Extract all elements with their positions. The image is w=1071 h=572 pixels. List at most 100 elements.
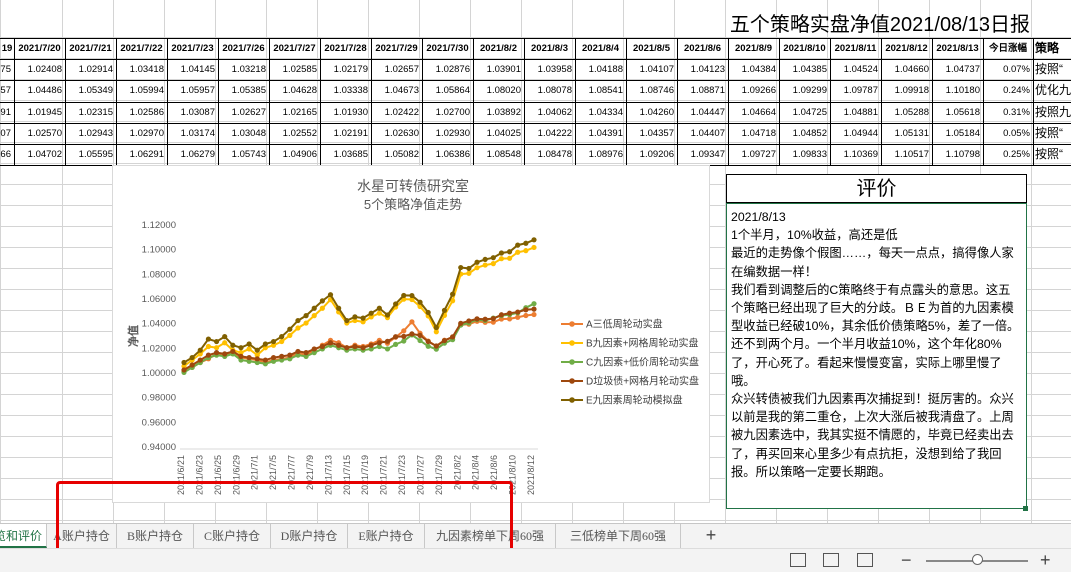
sheet-tab[interactable]: 九因素榜单下周60强 bbox=[425, 524, 556, 548]
change-cell[interactable]: 0.05% bbox=[983, 123, 1033, 144]
table-cell[interactable]: 1.09206 bbox=[626, 144, 677, 165]
table-cell[interactable]: 1.02315 bbox=[65, 102, 116, 123]
table-cell[interactable]: 1.04334 bbox=[575, 102, 626, 123]
table-cell[interactable]: 1.05131 bbox=[881, 123, 932, 144]
table-cell[interactable]: 1.06386 bbox=[422, 144, 473, 165]
change-cell[interactable]: 0.24% bbox=[983, 80, 1033, 101]
date-column-header[interactable]: 2021/8/2 bbox=[473, 38, 524, 59]
table-cell[interactable]: 1.04447 bbox=[677, 102, 728, 123]
table-cell[interactable]: 1.02585 bbox=[269, 59, 320, 80]
table-cell[interactable]: 1.04123 bbox=[677, 59, 728, 80]
sheet-tab[interactable]: E账户持仓 bbox=[348, 524, 425, 548]
table-cell[interactable]: 1.04384 bbox=[728, 59, 779, 80]
table-cell[interactable]: 1.02422 bbox=[371, 102, 422, 123]
table-cell[interactable]: 1.03087 bbox=[167, 102, 218, 123]
table-cell[interactable]: 1.05288 bbox=[881, 102, 932, 123]
date-column-header[interactable]: 2021/7/29 bbox=[371, 38, 422, 59]
table-cell[interactable]: 1.04357 bbox=[626, 123, 677, 144]
table-cell[interactable]: 1.08976 bbox=[575, 144, 626, 165]
table-cell[interactable]: 1.02552 bbox=[269, 123, 320, 144]
date-column-header[interactable]: 2021/8/4 bbox=[575, 38, 626, 59]
date-column-header[interactable]: 2021/7/27 bbox=[269, 38, 320, 59]
change-cell[interactable]: 0.25% bbox=[983, 144, 1033, 165]
date-column-header[interactable]: 2021/8/5 bbox=[626, 38, 677, 59]
table-cell[interactable]: 1.04107 bbox=[626, 59, 677, 80]
table-cell[interactable]: 1.01930 bbox=[320, 102, 371, 123]
sheet-tab[interactable]: 三低榜单下周60强 bbox=[556, 524, 681, 548]
strategy-cell[interactable]: 优化九 bbox=[1033, 80, 1071, 101]
table-cell[interactable]: 1.04391 bbox=[575, 123, 626, 144]
sheet-tab[interactable]: 览和评价 bbox=[0, 524, 47, 548]
table-cell[interactable]: 1.03338 bbox=[320, 80, 371, 101]
table-cell[interactable]: 1.06291 bbox=[116, 144, 167, 165]
table-cell[interactable]: 1.04628 bbox=[269, 80, 320, 101]
table-cell[interactable]: 1.05349 bbox=[65, 80, 116, 101]
table-cell[interactable]: 07 bbox=[0, 123, 14, 144]
table-cell[interactable]: 1.03048 bbox=[218, 123, 269, 144]
date-column-header[interactable]: 2021/8/3 bbox=[524, 38, 575, 59]
date-column-header[interactable]: 2021/7/28 bbox=[320, 38, 371, 59]
table-cell[interactable]: 1.04260 bbox=[626, 102, 677, 123]
spreadsheet-grid[interactable]: 五个策略实盘净值2021/08/13日报 19 2021/7/20 2021/7/2… bbox=[0, 0, 1071, 523]
table-cell[interactable]: 1.02943 bbox=[65, 123, 116, 144]
table-cell[interactable]: 1.04944 bbox=[830, 123, 881, 144]
table-cell[interactable]: 1.04906 bbox=[269, 144, 320, 165]
change-cell[interactable]: 0.07% bbox=[983, 59, 1033, 80]
table-cell[interactable]: 1.02191 bbox=[320, 123, 371, 144]
table-cell[interactable]: 1.04737 bbox=[932, 59, 983, 80]
sheet-tab[interactable]: D账户持仓 bbox=[271, 524, 348, 548]
table-cell[interactable]: 91 bbox=[0, 102, 14, 123]
table-cell[interactable]: 1.10517 bbox=[881, 144, 932, 165]
table-cell[interactable]: 66 bbox=[0, 144, 14, 165]
table-cell[interactable]: 1.10798 bbox=[932, 144, 983, 165]
table-cell[interactable]: 1.08746 bbox=[626, 80, 677, 101]
table-cell[interactable]: 1.08020 bbox=[473, 80, 524, 101]
zoom-out-button[interactable]: − bbox=[901, 550, 912, 570]
change-column-header[interactable]: 今日涨幅 bbox=[983, 38, 1033, 59]
table-cell[interactable]: 1.04702 bbox=[14, 144, 65, 165]
table-cell[interactable]: 1.04881 bbox=[830, 102, 881, 123]
zoom-in-button[interactable]: + bbox=[1040, 550, 1051, 570]
table-cell[interactable]: 1.05618 bbox=[932, 102, 983, 123]
table-cell[interactable]: 1.04486 bbox=[14, 80, 65, 101]
date-column-header[interactable]: 2021/7/30 bbox=[422, 38, 473, 59]
strategy-cell[interactable]: 按照九 bbox=[1033, 102, 1071, 123]
table-cell[interactable]: 1.08541 bbox=[575, 80, 626, 101]
table-cell[interactable]: 1.04145 bbox=[167, 59, 218, 80]
table-cell[interactable]: 1.02876 bbox=[422, 59, 473, 80]
table-cell[interactable]: 1.10369 bbox=[830, 144, 881, 165]
column-header[interactable]: 19 bbox=[0, 38, 14, 59]
table-cell[interactable]: 1.04725 bbox=[779, 102, 830, 123]
page-layout-view-icon[interactable] bbox=[823, 553, 839, 567]
date-column-header[interactable]: 2021/7/23 bbox=[167, 38, 218, 59]
table-cell[interactable]: 1.04718 bbox=[728, 123, 779, 144]
table-cell[interactable]: 1.02914 bbox=[65, 59, 116, 80]
table-cell[interactable]: 1.02657 bbox=[371, 59, 422, 80]
date-column-header[interactable]: 2021/8/10 bbox=[779, 38, 830, 59]
table-cell[interactable]: 1.04025 bbox=[473, 123, 524, 144]
table-cell[interactable]: 1.08478 bbox=[524, 144, 575, 165]
table-cell[interactable]: 1.10180 bbox=[932, 80, 983, 101]
table-cell[interactable]: 1.06279 bbox=[167, 144, 218, 165]
table-cell[interactable]: 1.03958 bbox=[524, 59, 575, 80]
table-cell[interactable]: 1.01945 bbox=[14, 102, 65, 123]
table-cell[interactable]: 1.02630 bbox=[371, 123, 422, 144]
date-column-header[interactable]: 2021/7/21 bbox=[65, 38, 116, 59]
date-column-header[interactable]: 2021/8/12 bbox=[881, 38, 932, 59]
strategy-column-header[interactable]: 策略 bbox=[1033, 38, 1071, 59]
table-cell[interactable]: 1.02408 bbox=[14, 59, 65, 80]
table-cell[interactable]: 1.02627 bbox=[218, 102, 269, 123]
table-cell[interactable]: 1.08548 bbox=[473, 144, 524, 165]
evaluation-cell[interactable]: 2021/8/13 1个半月，10%收益，高还是低 最近的走势像个假图……，每天一点… bbox=[726, 203, 1027, 509]
table-cell[interactable]: 1.02970 bbox=[116, 123, 167, 144]
sheet-tab[interactable]: C账户持仓 bbox=[194, 524, 271, 548]
table-cell[interactable]: 1.04222 bbox=[524, 123, 575, 144]
table-cell[interactable]: 75 bbox=[0, 59, 14, 80]
table-cell[interactable]: 1.05864 bbox=[422, 80, 473, 101]
table-cell[interactable]: 1.03174 bbox=[167, 123, 218, 144]
table-cell[interactable]: 1.03418 bbox=[116, 59, 167, 80]
table-cell[interactable]: 1.05385 bbox=[218, 80, 269, 101]
table-cell[interactable]: 1.02179 bbox=[320, 59, 371, 80]
table-cell[interactable]: 1.09347 bbox=[677, 144, 728, 165]
date-column-header[interactable]: 2021/8/11 bbox=[830, 38, 881, 59]
